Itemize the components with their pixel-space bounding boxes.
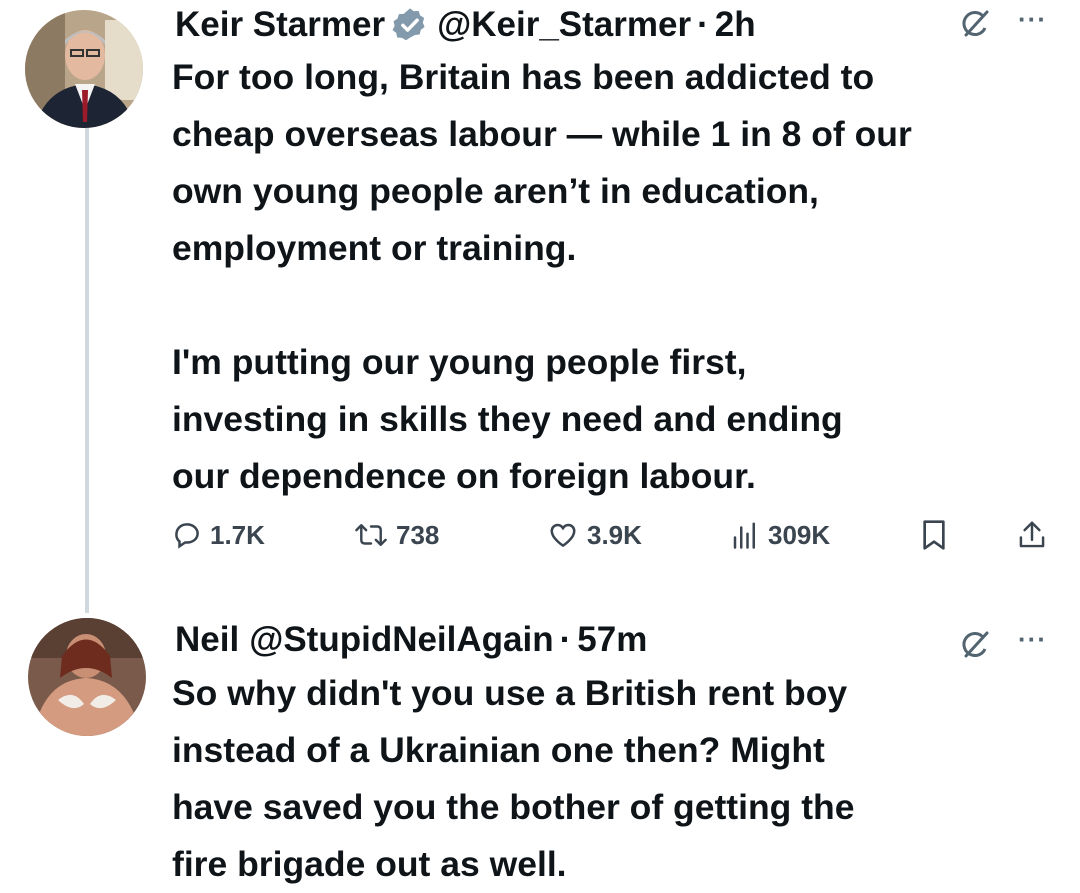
avatar[interactable] <box>25 10 143 128</box>
avatar[interactable] <box>28 618 146 736</box>
heart-icon <box>547 520 579 550</box>
views-button[interactable]: 309K <box>730 513 830 557</box>
action-bar: 1.7K 738 3.9K 309K <box>172 513 1062 557</box>
reply-text: So why didn't you use a British rent boy… <box>172 673 855 884</box>
author-handle[interactable]: @Keir_Starmer <box>437 5 691 45</box>
retweet-button[interactable]: 738 <box>354 513 439 557</box>
bookmark-icon <box>920 519 948 551</box>
reply-count: 1.7K <box>210 519 265 550</box>
tweet-header: Keir Starmer @Keir_Starmer · 2h <box>175 0 756 50</box>
grok-icon[interactable] <box>958 7 992 41</box>
views-icon <box>730 520 760 550</box>
reply-author-name[interactable]: Neil <box>175 620 239 660</box>
views-count: 309K <box>768 519 831 550</box>
retweet-count: 738 <box>396 519 440 550</box>
tweet-text: For too long, Britain has been addicted … <box>172 57 912 496</box>
like-count: 3.9K <box>587 519 642 550</box>
more-icon[interactable]: ··· <box>1018 4 1047 35</box>
reply-button[interactable]: 1.7K <box>172 513 265 557</box>
timestamp[interactable]: 2h <box>715 5 756 45</box>
bookmark-button[interactable] <box>920 513 948 557</box>
author-name[interactable]: Keir Starmer <box>175 5 385 45</box>
reply-author-handle[interactable]: @StupidNeilAgain <box>249 620 553 660</box>
reply-header-separator: · <box>559 620 572 659</box>
reply-icon <box>172 520 202 550</box>
reply-timestamp[interactable]: 57m <box>577 620 647 660</box>
thread-connector-line <box>85 128 89 613</box>
verified-badge-icon <box>391 6 429 44</box>
share-button[interactable] <box>1017 513 1047 557</box>
grok-icon[interactable] <box>958 628 992 662</box>
share-icon <box>1017 519 1047 551</box>
retweet-icon <box>354 520 388 550</box>
more-icon[interactable]: ··· <box>1018 624 1047 655</box>
like-button[interactable]: 3.9K <box>547 513 642 557</box>
reply-header: Neil @StupidNeilAgain · 57m <box>175 615 647 665</box>
header-separator: · <box>697 5 709 44</box>
